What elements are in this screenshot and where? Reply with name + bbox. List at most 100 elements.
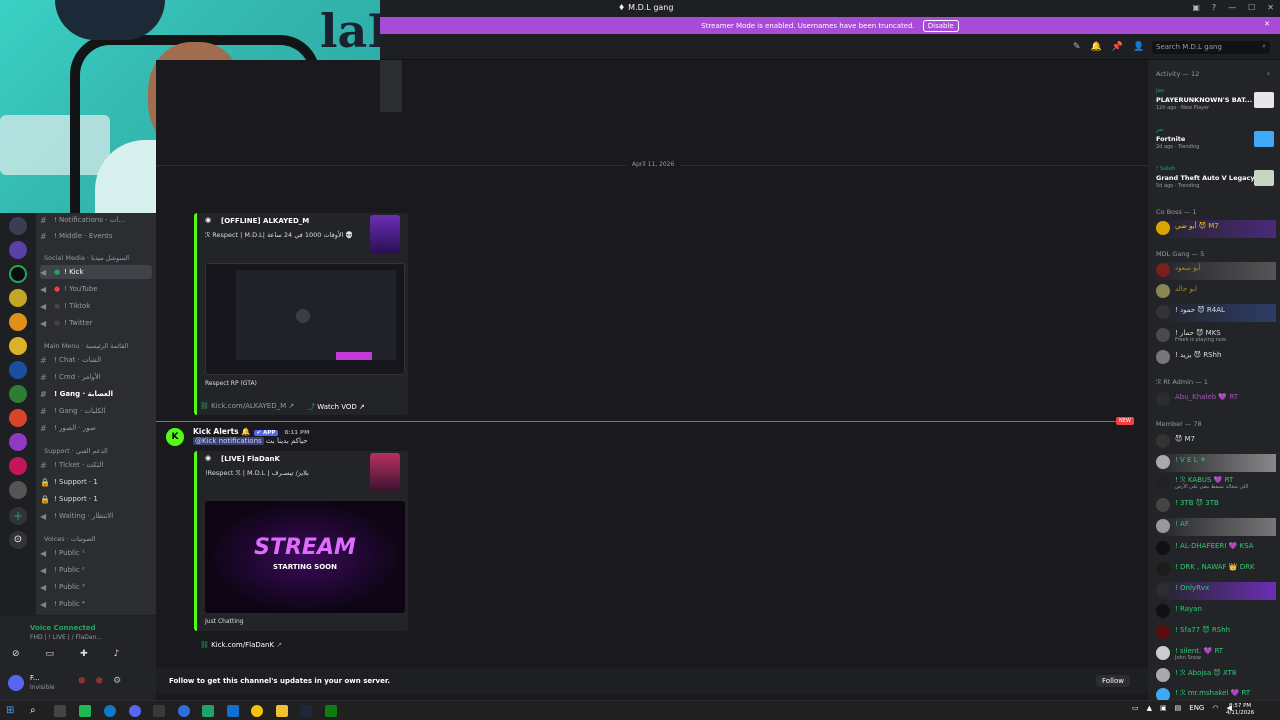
category-social[interactable]: Social Media · السوشل ميديا: [44, 254, 129, 262]
server-icon[interactable]: [9, 289, 27, 307]
discover-icon[interactable]: ⊙: [9, 531, 27, 549]
server-icon[interactable]: [9, 409, 27, 427]
channel-item[interactable]: #! Notifications - ات...: [40, 213, 152, 227]
embed-thumbnail[interactable]: [370, 453, 400, 491]
avatar[interactable]: [8, 675, 24, 691]
member-item[interactable]: ! يزيد 😈 RShh: [1156, 349, 1276, 367]
task-view-icon[interactable]: [54, 705, 66, 717]
member-item[interactable]: ! 3TB 😈 3TB: [1156, 497, 1276, 515]
screen-share-icon[interactable]: ▭: [46, 649, 55, 659]
member-item[interactable]: ! Rayan: [1156, 603, 1276, 621]
gear-icon[interactable]: ⚙: [113, 676, 121, 686]
embed-thumbnail[interactable]: [370, 215, 400, 253]
member-item[interactable]: ! حمار 😈 MKS Freek is playing now: [1156, 327, 1276, 345]
app-icon[interactable]: [178, 705, 190, 717]
discord-icon[interactable]: [129, 705, 141, 717]
excel-icon[interactable]: [202, 705, 214, 717]
tray-icon[interactable]: ▭: [1132, 704, 1139, 712]
channel-item[interactable]: ◀! Waiting · الانتظار: [40, 509, 152, 523]
search-icon[interactable]: ⌕: [30, 705, 42, 717]
server-icon[interactable]: [9, 313, 27, 331]
camera-off-icon[interactable]: ⊘: [12, 649, 20, 659]
member-item[interactable]: ! AL-DHAFEERI 💜 KSA: [1156, 540, 1276, 558]
server-icon[interactable]: [9, 481, 27, 499]
link-kick-fladank[interactable]: ⛓ Kick.com/FlaDanK ↗: [200, 641, 282, 649]
channel-item[interactable]: #! Gang · الكليات: [40, 404, 152, 418]
server-icon[interactable]: [9, 361, 27, 379]
steam-icon[interactable]: [300, 705, 312, 717]
member-item[interactable]: أبو ضي 😈 M7: [1156, 220, 1276, 238]
windows-start-icon[interactable]: ⊞: [6, 705, 18, 717]
server-icon[interactable]: [9, 265, 27, 283]
channel-tiktok[interactable]: ◀ ●! Tiktok: [40, 299, 152, 313]
edge-icon[interactable]: [104, 705, 116, 717]
server-icon[interactable]: [9, 217, 27, 235]
channel-item[interactable]: #! Gang · العصابة: [40, 387, 152, 401]
embed-image[interactable]: [205, 263, 405, 375]
server-icon[interactable]: [9, 337, 27, 355]
channel-twitter[interactable]: ◀ ●! Twitter: [40, 316, 152, 330]
close-button[interactable]: ✕: [1267, 3, 1274, 12]
close-icon[interactable]: ✕: [1264, 20, 1270, 28]
member-item[interactable]: ! ℛ KABUS 💜 RT اللي شغالة تسقط يبقى على ا…: [1156, 474, 1276, 492]
channel-item[interactable]: #! Chat · الشات: [40, 353, 152, 367]
member-item[interactable]: ! DRK , NAWAF 👑 DRK: [1156, 561, 1276, 579]
channel-kick[interactable]: ◀ ●! Kick: [40, 265, 152, 279]
soundboard-icon[interactable]: ♪: [114, 649, 120, 659]
voice-channel[interactable]: ◀! Public ²: [40, 563, 152, 577]
server-icon[interactable]: [9, 241, 27, 259]
member-item[interactable]: ! ℛ Abojsa 😈 XT8: [1156, 667, 1276, 685]
tray-icon[interactable]: ▲: [1147, 704, 1152, 712]
mic-muted-icon[interactable]: ⊗: [78, 676, 86, 686]
channel-item[interactable]: 🔒! Support · 1: [40, 492, 152, 506]
app-icon[interactable]: [79, 705, 91, 717]
role-mention[interactable]: @Kick notifications: [193, 437, 264, 445]
channel-item[interactable]: #! Middle · Events: [40, 229, 152, 243]
activities-icon[interactable]: ✚: [80, 649, 88, 659]
voice-channel[interactable]: ◀! Public ⁴: [40, 597, 152, 611]
voice-status[interactable]: Voice Connected: [30, 624, 96, 632]
attachment-preview[interactable]: [380, 60, 402, 112]
member-item[interactable]: ! حمود 😈 R4AL: [1156, 304, 1276, 322]
activity-item[interactable]: ! Saleh Grand Theft Auto V Legacy 5d ago…: [1156, 166, 1276, 194]
explorer-icon[interactable]: [276, 705, 288, 717]
member-item[interactable]: ! OnlyRvx: [1156, 582, 1276, 600]
channel-item[interactable]: #! Cmd · الأوامر: [40, 370, 152, 384]
xbox-icon[interactable]: [325, 705, 337, 717]
member-item[interactable]: ! V E L ⚜: [1156, 454, 1276, 472]
maximize-button[interactable]: ☐: [1248, 3, 1255, 12]
chevron-right-icon[interactable]: ›: [1267, 69, 1270, 78]
server-icon[interactable]: [9, 457, 27, 475]
language-indicator[interactable]: ENG: [1189, 704, 1204, 712]
channel-item[interactable]: 🔒! Support · 1: [40, 475, 152, 489]
minimize-button[interactable]: —: [1228, 3, 1236, 12]
voice-channel[interactable]: ◀! Public ³: [40, 580, 152, 594]
member-item[interactable]: ! Sfa77 😈 RShh: [1156, 624, 1276, 642]
headphones-muted-icon[interactable]: ⊗: [96, 676, 104, 686]
channel-item[interactable]: #! صور · الصور: [40, 421, 152, 435]
search-input[interactable]: Search M.D.L gang ⌕: [1152, 41, 1270, 54]
member-item[interactable]: ! silent. 💜 RT John Snow: [1156, 645, 1276, 663]
link-kick-alkayed[interactable]: ⛓ Kick.com/ALKAYED_M ↗: [200, 402, 294, 410]
watch-vod-button[interactable]: ⤴ Watch VOD ↗: [308, 402, 365, 412]
category-support[interactable]: Support · الدعم الفني: [44, 447, 108, 455]
clock[interactable]: 8:57 PM 4/11/2026: [1226, 703, 1254, 717]
store-icon[interactable]: [153, 705, 165, 717]
embed-title[interactable]: [OFFLINE] ALKAYED_M: [221, 217, 309, 225]
activity-item[interactable]: Jav PLAYERUNKNOWN'S BAT... 12h ago · New…: [1156, 88, 1276, 116]
author-name[interactable]: Kick Alerts 🔔: [193, 427, 251, 436]
member-item[interactable]: أبو سعود: [1156, 262, 1276, 280]
follow-button[interactable]: Follow: [1096, 675, 1130, 687]
channel-youtube[interactable]: ◀ ●! YouTube: [40, 282, 152, 296]
channel-item[interactable]: #! Ticket · التكت: [40, 458, 152, 472]
disable-button[interactable]: Disable: [922, 19, 959, 32]
wifi-icon[interactable]: ◠: [1212, 704, 1218, 712]
add-server-icon[interactable]: +: [9, 507, 27, 525]
tray-icon[interactable]: ▣: [1160, 704, 1167, 712]
kick-alerts-avatar[interactable]: K: [166, 428, 184, 446]
server-icon[interactable]: [9, 433, 27, 451]
inbox-icon[interactable]: ▣: [1192, 3, 1200, 12]
app-icon[interactable]: [227, 705, 239, 717]
voice-channel[interactable]: ◀! Public ¹: [40, 546, 152, 560]
member-item[interactable]: ! ℛ mr.mshakel 💜 RT: [1156, 687, 1276, 700]
